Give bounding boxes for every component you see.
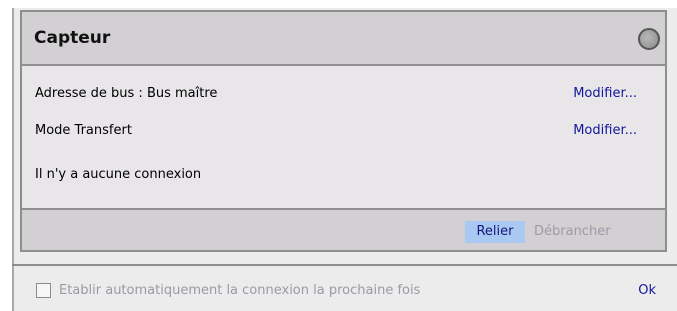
modify-transfer-mode-link[interactable]: Modifier... — [573, 123, 637, 138]
ok-button[interactable]: Ok — [638, 283, 656, 298]
connection-dialog: Capteur Adresse de bus : Bus maître Modi… — [0, 0, 677, 311]
disconnect-button: Débrancher — [534, 224, 611, 239]
status-indicator-icon — [638, 28, 660, 50]
connection-status-text: Il n'y a aucune connexion — [35, 167, 202, 182]
bottom-bar: Etablir automatiquement la connexion la … — [12, 266, 677, 311]
panel-footer: Relier Débrancher — [22, 208, 665, 250]
sensor-panel: Capteur Adresse de bus : Bus maître Modi… — [20, 10, 667, 252]
panel-title: Capteur — [34, 28, 111, 48]
auto-connect-checkbox[interactable] — [36, 283, 51, 298]
modify-bus-address-link[interactable]: Modifier... — [573, 86, 637, 101]
transfer-mode-label: Mode Transfert — [35, 123, 132, 138]
panel-header: Capteur — [22, 12, 665, 66]
auto-connect-label: Etablir automatiquement la connexion la … — [59, 283, 421, 298]
bus-address-label: Adresse de bus : Bus maître — [35, 86, 218, 101]
connect-button[interactable]: Relier — [465, 221, 525, 243]
